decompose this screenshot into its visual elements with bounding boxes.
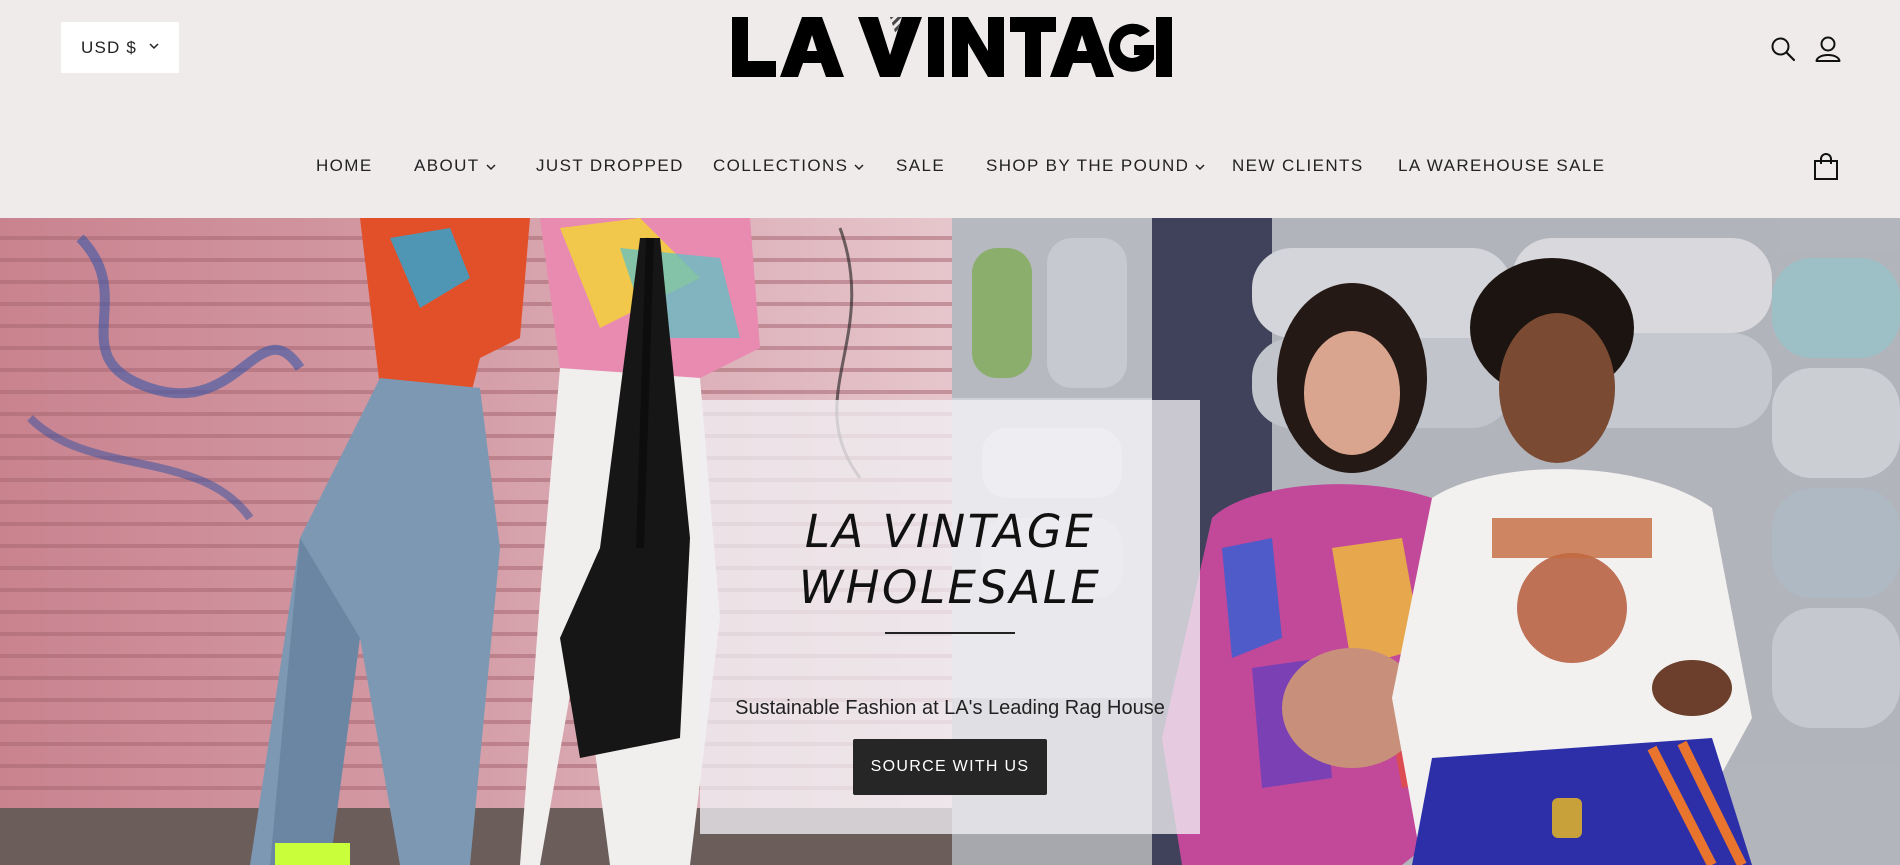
nav-item-about[interactable]: ABOUT [414,156,497,176]
site-logo[interactable] [730,15,1172,79]
account-icon [1815,36,1841,62]
nav-item-label: SHOP BY THE POUND [986,156,1190,175]
chevron-down-icon [1195,163,1205,170]
shopping-bag-icon [1814,153,1838,180]
main-navigation: HOME ABOUT JUST DROPPED COLLECTIONS SALE… [0,150,1900,186]
hero-banner: LA VINTAGE WHOLESALE Sustainable Fashion… [0,218,1900,865]
search-icon [1771,37,1796,62]
hero-subtitle: Sustainable Fashion at LA's Leading Rag … [735,697,1165,719]
nav-item-home[interactable]: HOME [316,156,373,176]
chevron-down-icon [854,163,864,170]
chevron-down-icon [486,163,496,170]
account-button[interactable] [1814,35,1842,63]
search-button[interactable] [1770,36,1796,62]
nav-item-label: HOME [316,156,373,175]
nav-item-label: ABOUT [414,156,480,175]
hero-text-panel: LA VINTAGE WHOLESALE Sustainable Fashion… [700,400,1200,834]
currency-label: USD $ [81,37,138,57]
site-header: USD $ HOME ABOUT JUST DROPPED COLLECTION… [0,0,1900,218]
nav-item-sale[interactable]: SALE [896,156,945,176]
source-with-us-button[interactable]: SOURCE WITH US [853,739,1047,795]
hero-title: LA VINTAGE WHOLESALE [700,504,1200,616]
nav-item-la-warehouse-sale[interactable]: LA WAREHOUSE SALE [1398,156,1605,176]
nav-item-just-dropped[interactable]: JUST DROPPED [536,156,684,176]
title-divider [885,632,1015,634]
cart-button[interactable] [1813,153,1839,181]
hero-title-line-1: LA VINTAGE [804,505,1096,558]
nav-item-new-clients[interactable]: NEW CLIENTS [1232,156,1364,176]
nav-item-collections[interactable]: COLLECTIONS [713,156,865,176]
nav-item-label: NEW CLIENTS [1232,156,1364,175]
nav-item-label: COLLECTIONS [713,156,849,175]
currency-selector[interactable]: USD $ [61,22,179,73]
hero-title-line-2: WHOLESALE [798,561,1102,614]
chevron-down-icon [149,43,159,50]
nav-item-label: SALE [896,156,946,175]
nav-item-shop-by-the-pound[interactable]: SHOP BY THE POUND [986,156,1206,176]
nav-item-label: JUST DROPPED [536,156,684,175]
nav-item-label: LA WAREHOUSE SALE [1398,156,1606,175]
